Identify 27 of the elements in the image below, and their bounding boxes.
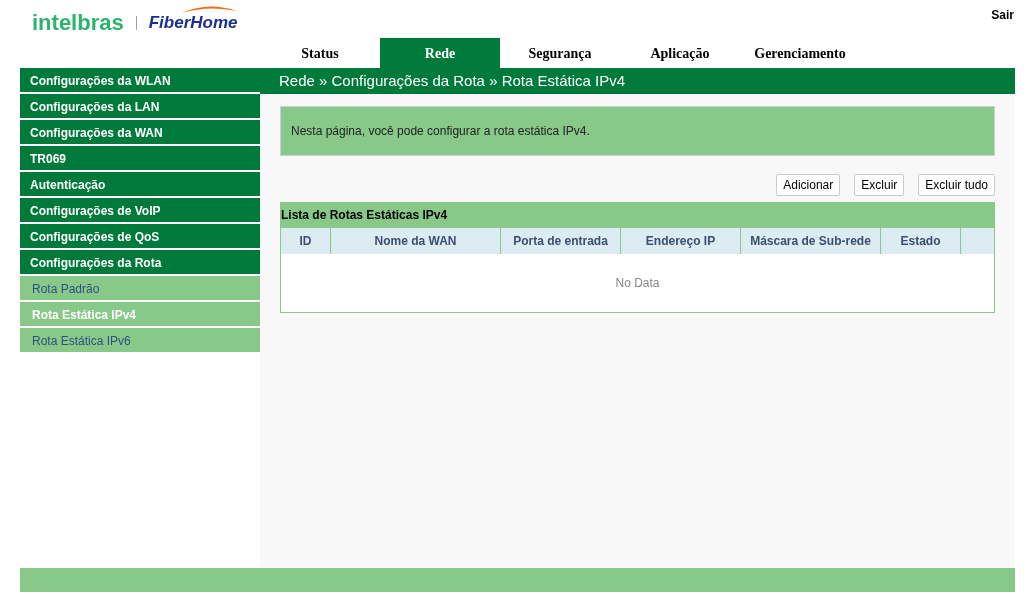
- empty-message: No Data: [615, 275, 660, 292]
- sidebar-item[interactable]: Configurações da LAN: [20, 94, 260, 120]
- sidebar-item[interactable]: Configurações da WLAN: [20, 68, 260, 94]
- column-header: Porta de entrada: [501, 228, 621, 254]
- column-header: Estado: [881, 228, 961, 254]
- column-header: Nome da WAN: [331, 228, 501, 254]
- sidebar-item[interactable]: Configurações de QoS: [20, 224, 260, 250]
- logo-wordmark: intelbras: [32, 12, 124, 34]
- column-header: Endereço IP: [621, 228, 741, 254]
- sidebar-subitem[interactable]: Rota Padrão: [20, 276, 260, 302]
- sidebar-item[interactable]: Configurações de VoIP: [20, 198, 260, 224]
- nav-tab[interactable]: Rede: [380, 38, 500, 68]
- sidebar-item[interactable]: Configurações da WAN: [20, 120, 260, 146]
- logout-link[interactable]: Sair: [991, 6, 1014, 24]
- sidebar-item[interactable]: Autenticação: [20, 172, 260, 198]
- table-title: Lista de Rotas Estáticas IPv4: [281, 203, 994, 228]
- action-button[interactable]: Excluir: [854, 174, 905, 196]
- breadcrumb: Rede » Configurações da Rota » Rota Estática IPv4: [260, 68, 1015, 94]
- column-header: ID: [281, 228, 331, 254]
- action-button[interactable]: Adicionar: [776, 174, 841, 196]
- sidebar-subitem[interactable]: Rota Estática IPv6: [20, 328, 260, 354]
- action-button[interactable]: Excluir tudo: [918, 174, 995, 196]
- sidebar-item[interactable]: TR069: [20, 146, 260, 172]
- column-header: Máscara de Sub-rede: [741, 228, 881, 254]
- info-message: Nesta página, você pode configurar a rota estática IPv4.: [280, 106, 995, 156]
- sidebar-item[interactable]: Configurações da Rota: [20, 250, 260, 276]
- logo-wordmark: FiberHome: [148, 14, 239, 31]
